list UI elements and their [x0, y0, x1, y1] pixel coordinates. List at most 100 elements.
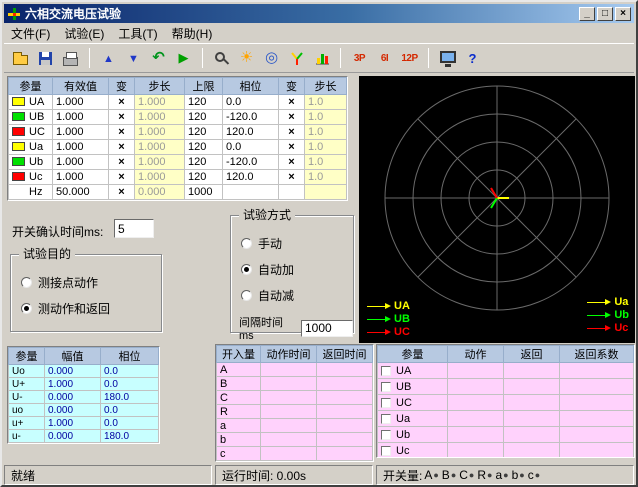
- step-cell[interactable]: 1.0: [305, 170, 347, 185]
- six-current-button[interactable]: 6I: [372, 47, 397, 70]
- vary-toggle-cell[interactable]: ×: [109, 140, 135, 155]
- minimize-button[interactable]: _: [579, 7, 595, 21]
- vary-toggle-cell[interactable]: ×: [279, 140, 305, 155]
- limit-cell[interactable]: 120: [185, 140, 223, 155]
- limit-cell[interactable]: 120: [185, 155, 223, 170]
- return-time-cell: [317, 447, 373, 461]
- phase-cell[interactable]: 120.0: [223, 170, 279, 185]
- maximize-button[interactable]: □: [597, 7, 613, 21]
- decrease-button[interactable]: [121, 47, 146, 70]
- seq-param-cell: U-: [9, 391, 45, 404]
- switch-state-dot-icon: ●: [433, 470, 438, 480]
- table-row: Uc: [378, 443, 634, 459]
- phase-cell[interactable]: -120.0: [223, 155, 279, 170]
- title-bar[interactable]: 六相交流电压试验 _ □ ×: [4, 4, 634, 23]
- chart-button[interactable]: [309, 47, 334, 70]
- brightness-button[interactable]: [234, 47, 259, 70]
- vector-diagram-button[interactable]: [284, 47, 309, 70]
- step-cell[interactable]: 1.000: [135, 170, 185, 185]
- value-cell[interactable]: 1.000: [53, 110, 109, 125]
- toolbar-separator: [340, 48, 341, 68]
- value-cell[interactable]: 50.000: [53, 185, 109, 200]
- vary-toggle-cell[interactable]: ×: [109, 125, 135, 140]
- step-cell[interactable]: [305, 185, 347, 200]
- step-cell[interactable]: 1.0: [305, 140, 347, 155]
- step-cell[interactable]: 1.0: [305, 125, 347, 140]
- input-channel-cell: C: [217, 391, 261, 405]
- save-button[interactable]: [33, 47, 58, 70]
- purpose-radio-option[interactable]: 测接点动作: [21, 274, 161, 291]
- vary-toggle-cell[interactable]: ×: [109, 95, 135, 110]
- phase-cell[interactable]: [223, 185, 279, 200]
- value-cell[interactable]: 1.000: [53, 125, 109, 140]
- switch-confirm-input[interactable]: [114, 219, 154, 238]
- value-cell[interactable]: 1.000: [53, 95, 109, 110]
- vary-toggle-cell[interactable]: ×: [279, 95, 305, 110]
- twelve-phase-button[interactable]: 12P: [397, 47, 422, 70]
- open-button[interactable]: [8, 47, 33, 70]
- step-cell[interactable]: 1.000: [135, 110, 185, 125]
- table-row: Ua: [378, 411, 634, 427]
- print-button[interactable]: [58, 47, 83, 70]
- interval-input[interactable]: [301, 320, 353, 337]
- help-button[interactable]: ?: [460, 47, 485, 70]
- step-cell[interactable]: 1.000: [135, 95, 185, 110]
- radio-label: 测接点动作: [38, 274, 98, 291]
- vary-toggle-cell[interactable]: ×: [109, 170, 135, 185]
- reset-button[interactable]: [146, 47, 171, 70]
- row-checkbox[interactable]: [381, 398, 391, 408]
- seq-phase-cell: 0.0: [101, 365, 159, 378]
- row-checkbox[interactable]: [381, 414, 391, 424]
- row-checkbox[interactable]: [381, 446, 391, 456]
- step-cell[interactable]: 1.000: [135, 125, 185, 140]
- vary-toggle-cell[interactable]: ×: [279, 110, 305, 125]
- step-cell[interactable]: 1.0: [305, 155, 347, 170]
- value-cell[interactable]: 1.000: [53, 140, 109, 155]
- row-checkbox[interactable]: [381, 382, 391, 392]
- step-cell[interactable]: 0.000: [135, 185, 185, 200]
- vary-toggle-cell[interactable]: [279, 185, 305, 200]
- vary-toggle-cell[interactable]: ×: [109, 110, 135, 125]
- increase-button[interactable]: [96, 47, 121, 70]
- phase-cell[interactable]: 0.0: [223, 140, 279, 155]
- purpose-radio-option[interactable]: 测动作和返回: [21, 300, 161, 317]
- mode-radio-option[interactable]: 自动减: [241, 287, 353, 304]
- limit-cell[interactable]: 120: [185, 110, 223, 125]
- monitor-button[interactable]: [435, 47, 460, 70]
- vary-toggle-cell[interactable]: ×: [279, 155, 305, 170]
- phase-cell[interactable]: 120.0: [223, 125, 279, 140]
- column-header: 上限: [185, 78, 223, 95]
- zoom-button[interactable]: [209, 47, 234, 70]
- step-cell[interactable]: 1.0: [305, 95, 347, 110]
- start-test-button[interactable]: [171, 47, 196, 70]
- phase-cell[interactable]: -120.0: [223, 110, 279, 125]
- menu-item[interactable]: 帮助(H): [165, 23, 220, 44]
- limit-cell[interactable]: 120: [185, 125, 223, 140]
- limit-cell[interactable]: 120: [185, 95, 223, 110]
- menu-item[interactable]: 试验(E): [57, 23, 111, 44]
- step-cell[interactable]: 1.000: [135, 155, 185, 170]
- value-cell[interactable]: 1.000: [53, 170, 109, 185]
- phase-cell[interactable]: 0.0: [223, 95, 279, 110]
- vary-toggle-cell[interactable]: ×: [279, 170, 305, 185]
- return-value-cell: [504, 427, 560, 443]
- vary-toggle-cell[interactable]: ×: [109, 155, 135, 170]
- menu-item[interactable]: 文件(F): [4, 23, 57, 44]
- step-cell[interactable]: 1.000: [135, 140, 185, 155]
- mode-radio-option[interactable]: 手动: [241, 235, 353, 252]
- three-phase-button[interactable]: 3P: [347, 47, 372, 70]
- menu-item[interactable]: 工具(T): [111, 23, 164, 44]
- vary-toggle-cell[interactable]: ×: [279, 125, 305, 140]
- rings-button[interactable]: [259, 47, 284, 70]
- row-checkbox[interactable]: [381, 430, 391, 440]
- limit-cell[interactable]: 120: [185, 170, 223, 185]
- row-checkbox[interactable]: [381, 366, 391, 376]
- close-button[interactable]: ×: [615, 7, 631, 21]
- action-value-cell: [448, 443, 504, 459]
- limit-cell[interactable]: 1000: [185, 185, 223, 200]
- value-cell[interactable]: 1.000: [53, 155, 109, 170]
- step-cell[interactable]: 1.0: [305, 110, 347, 125]
- radio-icon: [21, 303, 32, 314]
- mode-radio-option[interactable]: 自动加: [241, 261, 353, 278]
- vary-toggle-cell[interactable]: ×: [109, 185, 135, 200]
